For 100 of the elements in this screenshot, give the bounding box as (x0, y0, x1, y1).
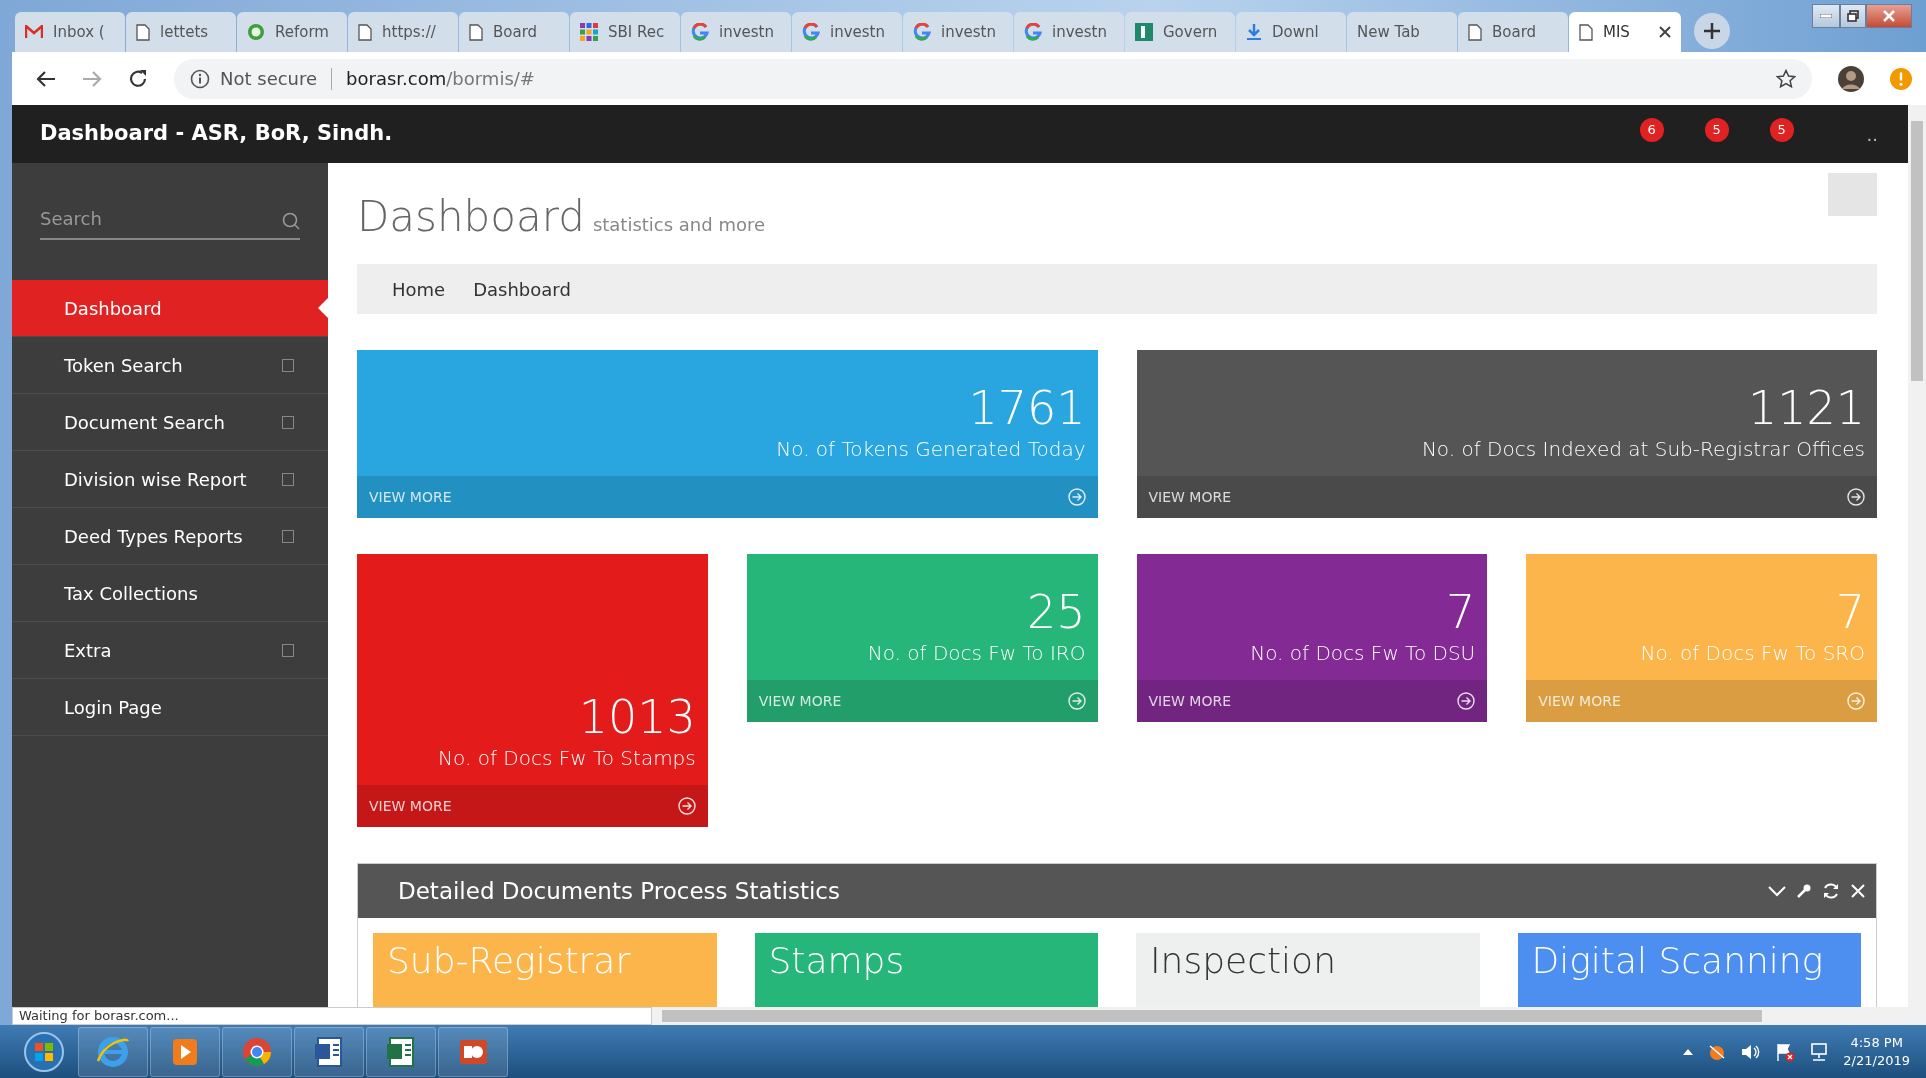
address-field[interactable]: Not secure borasr.com/bormis/# (174, 58, 1812, 99)
close-icon (1882, 10, 1896, 22)
clock-date: 2/21/2019 (1843, 1051, 1910, 1070)
arrow-circle-icon[interactable] (1847, 488, 1865, 506)
ring-icon (691, 23, 709, 41)
view-more-link[interactable]: VIEW MORE (1148, 690, 1232, 712)
stat-value: 1121 (1747, 383, 1865, 434)
sidebar-item[interactable]: Dashboard (12, 280, 328, 337)
arrow-circle-icon[interactable] (1067, 488, 1086, 506)
page-subtitle: statistics and more (592, 213, 766, 237)
back-icon[interactable] (36, 69, 56, 88)
browser-tab[interactable]: Inbox ( (15, 12, 125, 52)
stat-label: No. of Docs Indexed at Sub-Registrar Offices (1421, 436, 1865, 463)
flag-icon[interactable] (1775, 1041, 1796, 1062)
browser-tab[interactable]: investn (792, 12, 902, 52)
wrench-icon[interactable] (1796, 883, 1812, 899)
stat-value: 7 (1835, 587, 1865, 638)
reload-icon[interactable] (128, 68, 148, 89)
circle-logo-icon (247, 23, 265, 41)
scrollbar-thumb[interactable] (662, 1010, 1762, 1022)
browser-tab[interactable]: investn (1014, 12, 1124, 52)
up-arrow-icon[interactable] (1683, 1048, 1694, 1055)
stat-value: 7 (1445, 587, 1476, 638)
taskbar-button[interactable] (150, 1026, 220, 1077)
notification-badge[interactable]: 5 (1769, 118, 1794, 142)
network-icon[interactable] (1809, 1042, 1830, 1061)
browser-tab[interactable]: investn (903, 12, 1013, 52)
security-label: Not secure (220, 67, 318, 91)
browser-tab[interactable]: Downl (1236, 12, 1346, 52)
square-logo-icon (1135, 23, 1153, 41)
restore-icon (1847, 10, 1859, 22)
ring-icon (1024, 23, 1042, 41)
stat-value: 1013 (578, 692, 696, 743)
plus-icon (1703, 22, 1721, 40)
chevron-down-icon[interactable] (1768, 885, 1786, 897)
department-tile[interactable]: Digital Scanning (1517, 933, 1861, 1007)
browser-tab[interactable]: https:// (348, 12, 458, 52)
browser-tab[interactable]: Board (459, 12, 569, 52)
info-icon (190, 68, 210, 89)
page-icon (1468, 23, 1482, 41)
page-icon (136, 23, 150, 41)
sidebar-item[interactable]: Document Search (12, 394, 328, 451)
sidebar-item[interactable]: Login Page (12, 679, 328, 736)
page-icon (358, 23, 372, 41)
url-text: borasr.com/bormis/# (346, 67, 535, 91)
sidebar-item[interactable]: Tax Collections (12, 565, 328, 622)
notification-badge[interactable]: 6 (1639, 118, 1664, 142)
status-text: Waiting for borasr.com... (12, 1007, 652, 1025)
page-icon (469, 23, 483, 41)
browser-tab[interactable]: investn (681, 12, 791, 52)
browser-tab[interactable]: Board (1458, 12, 1568, 52)
stat-value: 25 (1026, 587, 1086, 638)
browser-e-icon (96, 1034, 130, 1069)
mail-icon (25, 25, 43, 39)
menu-toggle[interactable]: .. (1866, 120, 1878, 148)
sidebar-item[interactable]: Extra (12, 622, 328, 679)
arrow-circle-icon[interactable] (677, 797, 696, 815)
stat-label: No. of Docs Fw To DSU (1250, 640, 1476, 667)
view-more-link[interactable]: VIEW MORE (369, 795, 452, 817)
sidebar-item[interactable]: Token Search (12, 337, 328, 394)
new-tab-button[interactable] (1694, 13, 1730, 49)
stat-value: 1761 (968, 383, 1086, 434)
taskbar-button[interactable] (438, 1026, 508, 1077)
scrollbar-thumb[interactable] (1911, 121, 1923, 381)
sidebar-item[interactable]: Division wise Report (12, 451, 328, 508)
browser-tab[interactable]: Reform (237, 12, 347, 52)
clock-time: 4:58 PM (1849, 1033, 1904, 1052)
taskbar-button[interactable] (294, 1026, 364, 1077)
view-more-link[interactable]: VIEW MORE (1148, 486, 1232, 508)
view-more-link[interactable]: VIEW MORE (369, 486, 452, 508)
star-icon[interactable] (1776, 68, 1796, 89)
browser-tab[interactable]: MIS (1569, 12, 1681, 52)
browser-tab[interactable]: Govern (1125, 12, 1235, 52)
browser-tab[interactable]: SBI Rec (570, 12, 680, 52)
stat-label: No. of Tokens Generated Today (776, 436, 1086, 463)
avatar-icon[interactable] (1838, 65, 1864, 92)
breadcrumb-link[interactable]: Home (392, 275, 446, 303)
minimize-button[interactable] (1812, 4, 1840, 28)
notification-badge[interactable]: 5 (1704, 118, 1729, 142)
refresh-icon[interactable] (1822, 882, 1840, 900)
taskbar-button[interactable] (78, 1026, 148, 1077)
arrow-circle-icon[interactable] (1457, 692, 1476, 710)
stat-label: No. of Docs Fw To Stamps (438, 745, 696, 772)
browser-tab[interactable]: lettets (126, 12, 236, 52)
browser-tab[interactable]: New Tab (1347, 12, 1457, 52)
download-icon (1246, 23, 1262, 41)
breadcrumb-link[interactable]: Dashboard (473, 275, 571, 303)
close-icon[interactable] (1659, 26, 1671, 38)
window-close-button[interactable] (1866, 4, 1912, 28)
speaker-icon[interactable] (1741, 1042, 1762, 1061)
grid-icon (580, 23, 598, 41)
ring-icon (802, 23, 820, 41)
restore-button[interactable] (1840, 4, 1866, 28)
ring-icon (913, 23, 931, 41)
search-field[interactable]: Search (40, 205, 282, 238)
taskbar-button[interactable] (366, 1026, 436, 1077)
taskbar-button[interactable] (222, 1026, 292, 1077)
sidebar-item[interactable]: Deed Types Reports (12, 508, 328, 565)
department-tile[interactable]: Inspection (1136, 933, 1480, 1007)
portlet-title: Detailed Documents Process Statistics (398, 876, 840, 906)
